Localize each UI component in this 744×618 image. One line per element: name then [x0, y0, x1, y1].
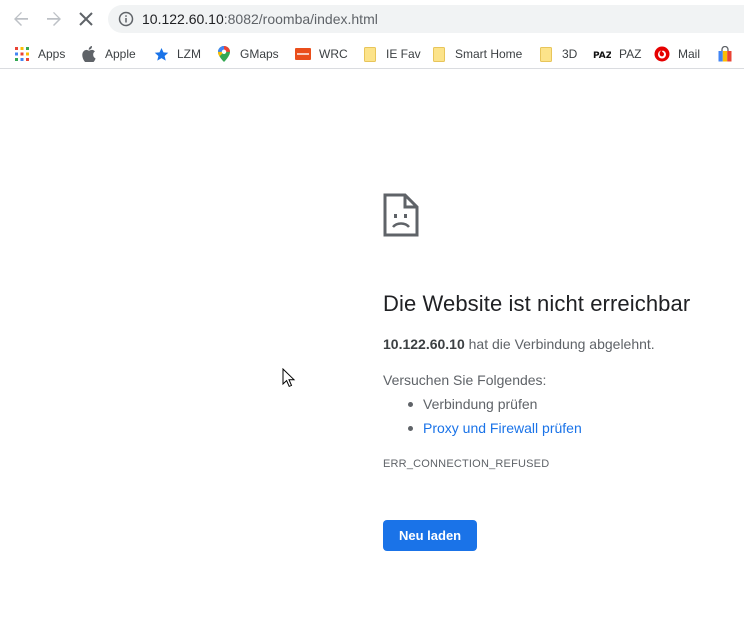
address-bar[interactable]: 10.122.60.10:8082/roomba/index.html — [108, 5, 744, 33]
bookmark-gmaps[interactable]: GMaps — [216, 42, 279, 66]
folder-icon — [362, 46, 378, 62]
bookmarks-bar: Apps Apple LZM GMaps WRC IE Fav Smart Ho… — [0, 38, 744, 69]
bookmark-lzm[interactable]: LZM — [153, 42, 201, 66]
info-icon[interactable] — [118, 11, 134, 27]
stop-button[interactable] — [74, 7, 98, 31]
mouse-cursor-icon — [282, 368, 296, 388]
paz-logo-icon: PAZ — [593, 46, 611, 62]
wrc-logo-icon — [295, 46, 311, 62]
shopping-bag-icon — [717, 46, 733, 62]
bookmark-label: Mail — [678, 47, 701, 61]
suggestion-list: Verbindung prüfen Proxy und Firewall prü… — [407, 392, 743, 440]
error-title: Die Website ist nicht erreichbar — [383, 291, 691, 316]
vodafone-icon — [654, 46, 670, 62]
bookmark-apple[interactable]: Apple — [81, 42, 136, 66]
bookmark-label: Apps — [38, 47, 66, 61]
bookmark-smart-home[interactable]: Smart Home — [431, 42, 522, 66]
url-host: 10.122.60.10 — [142, 11, 224, 27]
suggestion-check-connection: Verbindung prüfen — [407, 392, 743, 416]
bookmark-mail[interactable]: Mail — [654, 42, 700, 66]
svg-text:PAZ: PAZ — [593, 51, 611, 60]
bookmark-label: Smart Home — [455, 47, 523, 61]
suggestion-proxy-firewall-link[interactable]: Proxy und Firewall prüfen — [407, 416, 743, 440]
bookmark-label: LZM — [177, 47, 201, 61]
forward-button[interactable] — [42, 7, 66, 31]
bookmark-ie-fav[interactable]: IE Fav — [362, 42, 421, 66]
folder-icon — [538, 46, 554, 62]
error-message-text: hat die Verbindung abgelehnt. — [464, 336, 655, 352]
error-code: ERR_CONNECTION_REFUSED — [383, 458, 550, 470]
apple-icon — [81, 46, 97, 62]
try-heading: Versuchen Sie Folgendes: — [383, 372, 547, 388]
apps-grid-icon — [14, 46, 30, 62]
bookmark-label: IE Fav — [386, 47, 421, 61]
browser-toolbar: 10.122.60.10:8082/roomba/index.html — [0, 0, 744, 38]
star-icon — [153, 46, 169, 62]
error-page: Die Website ist nicht erreichbar 10.122.… — [383, 193, 743, 551]
bookmark-wrc[interactable]: WRC — [295, 42, 348, 66]
sad-document-icon — [383, 193, 419, 237]
arrow-right-icon — [47, 12, 61, 26]
url-path: :8082/roomba/index.html — [223, 11, 378, 27]
bookmark-label: 3D — [562, 47, 578, 61]
close-icon — [79, 12, 93, 26]
bookmark-label: GMaps — [240, 47, 279, 61]
map-pin-icon — [216, 46, 232, 62]
reload-button[interactable]: Neu laden — [383, 520, 478, 551]
bookmark-3d[interactable]: 3D — [538, 42, 577, 66]
bookmark-label: PAZ — [619, 47, 642, 61]
bookmark-apps[interactable]: Apps — [14, 42, 65, 66]
arrow-left-icon — [14, 12, 28, 26]
error-message: 10.122.60.10 hat die Verbindung abgelehn… — [383, 334, 743, 354]
bookmark-label: Apple — [105, 47, 136, 61]
bookmark-label: WRC — [319, 47, 348, 61]
error-host: 10.122.60.10 — [383, 336, 465, 352]
bookmark-paz[interactable]: PAZ PAZ — [593, 42, 641, 66]
back-button[interactable] — [9, 7, 33, 31]
folder-icon — [431, 46, 447, 62]
bookmark-shop[interactable] — [717, 42, 741, 66]
url-text[interactable]: 10.122.60.10:8082/roomba/index.html — [142, 11, 378, 27]
